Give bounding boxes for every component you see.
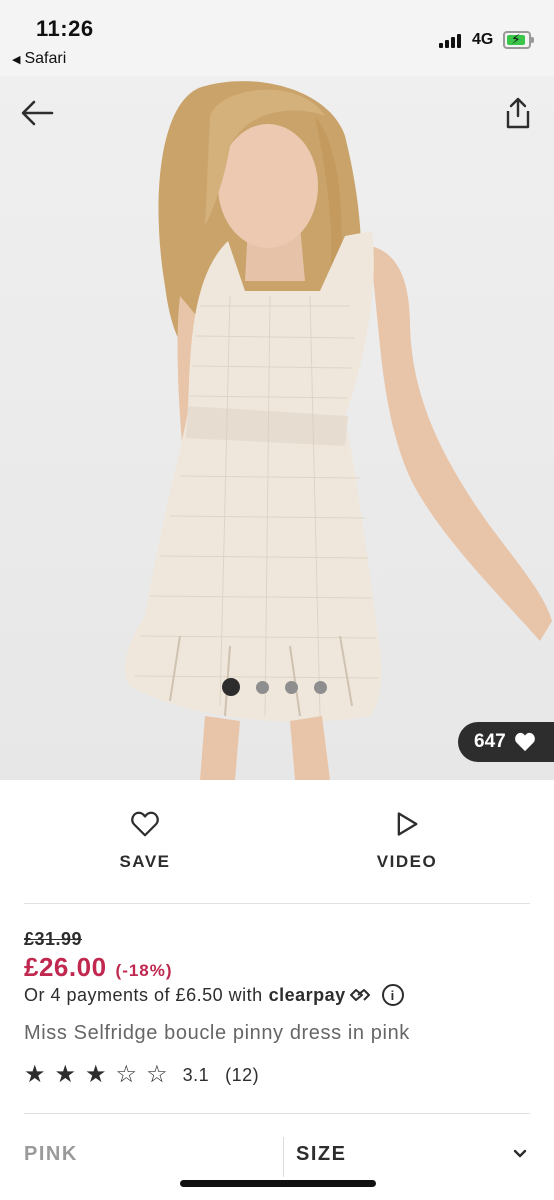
star-empty-icon: ☆ — [115, 1061, 138, 1088]
video-label: VIDEO — [376, 852, 438, 871]
save-button[interactable]: SAVE — [85, 810, 205, 872]
gallery-dot[interactable] — [256, 680, 269, 694]
heart-filled-icon — [514, 732, 535, 752]
status-bar: 11:26 ◀ Safari 4G ⚡ — [0, 0, 554, 76]
star-empty-icon: ☆ — [146, 1061, 168, 1088]
info-icon[interactable]: i — [381, 984, 404, 1006]
heart-outline-icon — [131, 811, 159, 837]
likes-badge[interactable]: 647 — [458, 722, 554, 762]
save-label: SAVE — [119, 852, 171, 871]
clearpay-logo: clearpay — [268, 984, 346, 1005]
original-price: £31.99 — [24, 929, 83, 949]
battery-icon: ⚡ — [503, 31, 534, 49]
gallery-dot[interactable] — [222, 678, 240, 696]
price-row: £26.00 (-18%) — [24, 952, 173, 983]
installments-text: Or 4 payments of £6.50 with — [24, 984, 263, 1005]
back-triangle-icon: ◀ — [12, 53, 21, 66]
star-filled-icon: ★ — [24, 1061, 46, 1088]
home-indicator — [180, 1180, 376, 1187]
play-icon — [397, 812, 418, 836]
rating-value: 3.1 — [182, 1064, 210, 1085]
likes-count: 647 — [474, 731, 506, 752]
divider — [24, 1113, 530, 1114]
gallery-dot[interactable] — [314, 680, 327, 694]
back-to-app-link[interactable]: ◀ Safari — [12, 50, 66, 68]
size-selector[interactable]: SIZE — [296, 1143, 346, 1166]
network-type: 4G — [472, 31, 494, 48]
product-title: Miss Selfridge boucle pinny dress in pin… — [24, 1022, 410, 1044]
share-icon[interactable] — [503, 96, 533, 130]
gallery-pagination[interactable] — [222, 678, 327, 696]
star-filled-icon: ★ — [54, 1061, 77, 1088]
signal-strength-icon — [439, 34, 461, 48]
installments-info[interactable]: Or 4 payments of £6.50 with clearpay i — [24, 984, 404, 1006]
back-app-label: Safari — [24, 50, 67, 67]
current-price: £26.00 — [24, 952, 107, 982]
product-photo — [125, 81, 552, 780]
divider — [24, 903, 530, 904]
product-image-gallery[interactable]: 647 — [0, 76, 554, 780]
chevron-down-icon[interactable] — [512, 1148, 528, 1160]
video-button[interactable]: VIDEO — [347, 810, 467, 872]
star-filled-icon: ★ — [85, 1061, 107, 1088]
product-rating[interactable]: ★ ★ ★ ☆ ☆ 3.1 (12) — [24, 1063, 259, 1087]
discount-badge: (-18%) — [115, 961, 173, 980]
gallery-dot[interactable] — [285, 680, 298, 694]
status-time: 11:26 — [36, 16, 94, 41]
rating-count: (12) — [225, 1064, 260, 1085]
back-arrow-icon[interactable] — [20, 98, 54, 128]
clearpay-arrows-icon — [349, 989, 370, 1001]
product-actions: SAVE VIDEO — [0, 780, 554, 904]
colour-label: PINK — [24, 1143, 78, 1165]
selector-divider — [283, 1137, 284, 1177]
